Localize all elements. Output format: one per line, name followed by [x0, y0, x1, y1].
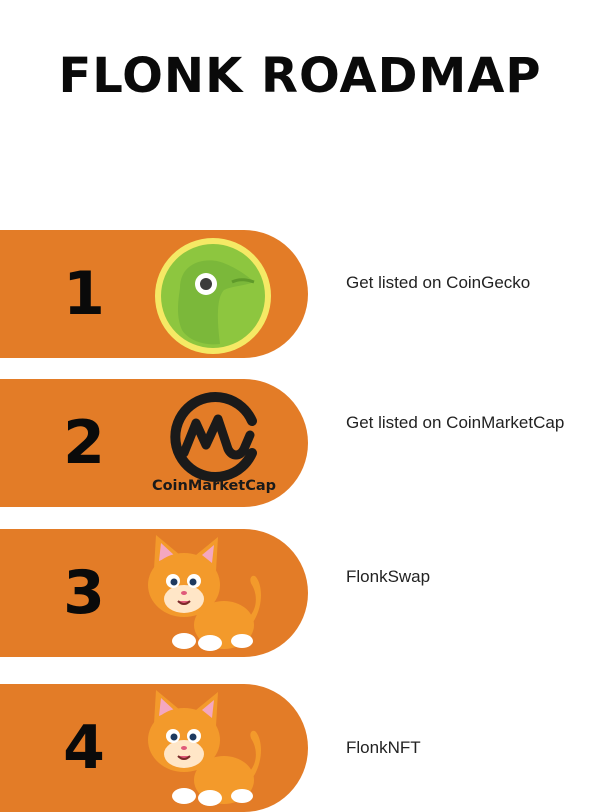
cat-icon: [140, 684, 290, 812]
step-label: FlonkSwap: [346, 567, 431, 586]
page-title: FLONK ROADMAP: [58, 48, 542, 104]
coingecko-logo-icon: [140, 230, 290, 358]
step-label: Get listed on CoinGecko: [346, 273, 531, 292]
step-label: Get listed on CoinMarketCap: [346, 413, 565, 432]
step-number: 4: [63, 713, 105, 783]
cat-icon: [140, 529, 290, 657]
step-number: 2: [63, 408, 105, 478]
step-number: 1: [63, 259, 105, 329]
step-number: 3: [63, 558, 105, 628]
coinmarketcap-logo-text: CoinMarketCap: [151, 478, 277, 494]
coinmarketcap-logo-icon: CoinMarketCap: [140, 379, 290, 507]
step-label: FlonkNFT: [346, 738, 421, 757]
